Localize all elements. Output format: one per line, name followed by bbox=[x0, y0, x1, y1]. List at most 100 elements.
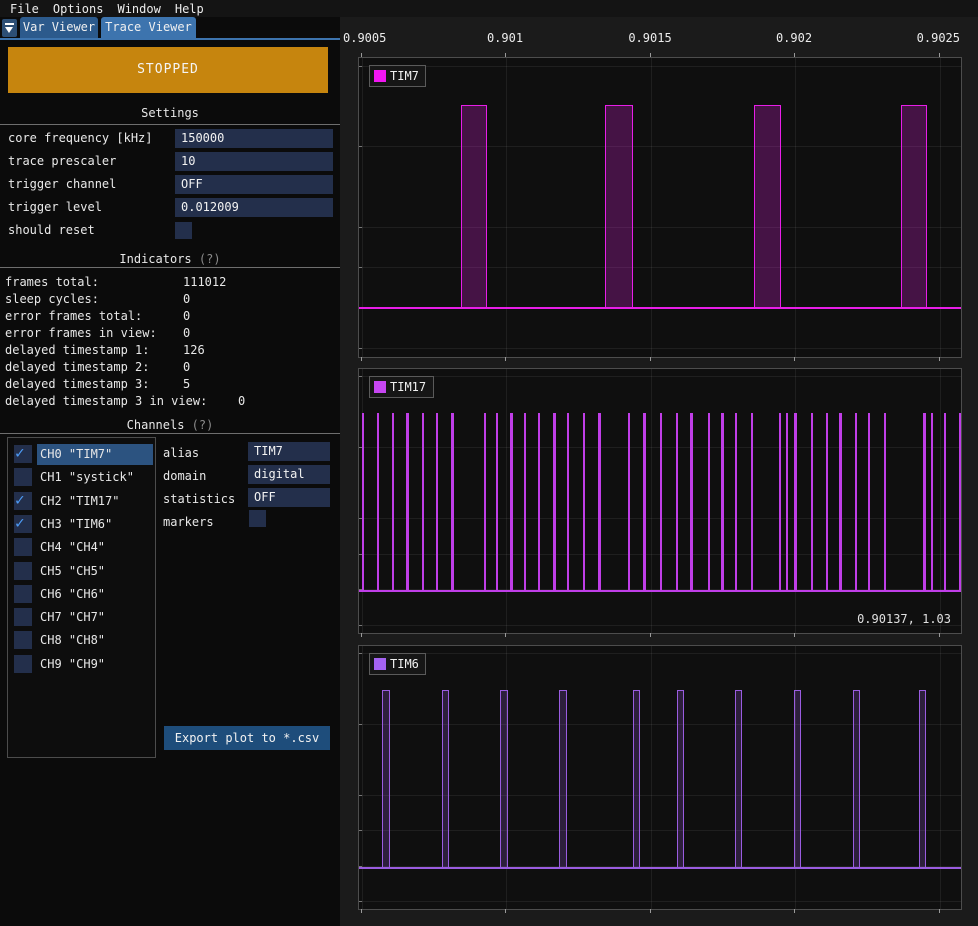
trigger-level-input[interactable]: 0.012009 bbox=[175, 198, 333, 217]
menu-help[interactable]: Help bbox=[175, 2, 204, 16]
gridline-v bbox=[940, 58, 941, 357]
menu-window[interactable]: Window bbox=[117, 2, 160, 16]
gridline-h bbox=[359, 267, 961, 268]
plot-tim17[interactable]: TIM170.90137, 1.03 bbox=[358, 368, 962, 634]
indicator-value: 0 bbox=[183, 291, 190, 308]
channel-list-item[interactable]: CH3 "TIM6" bbox=[40, 514, 112, 534]
x-tick bbox=[794, 53, 795, 57]
channel-list-item[interactable]: CH5 "CH5" bbox=[40, 561, 105, 581]
spike bbox=[643, 413, 646, 591]
plot-legend[interactable]: TIM6 bbox=[369, 653, 426, 675]
indicator-value: 5 bbox=[183, 376, 190, 393]
channel-checkbox[interactable]: ✓ bbox=[14, 445, 32, 463]
statistics-select[interactable]: OFF bbox=[248, 488, 330, 507]
left-tick bbox=[359, 146, 362, 147]
indicator-value: 0 bbox=[183, 325, 190, 342]
channel-list-item[interactable]: CH8 "CH8" bbox=[40, 630, 105, 650]
left-tick bbox=[359, 267, 362, 268]
legend-label: TIM7 bbox=[390, 66, 419, 86]
channel-checkbox[interactable] bbox=[14, 562, 32, 580]
x-tick-label-2: 0.9015 bbox=[628, 31, 671, 46]
spike bbox=[660, 413, 662, 591]
chevron-down-icon bbox=[5, 27, 13, 33]
gridline-h bbox=[359, 146, 961, 147]
trigger-channel-select[interactable]: OFF bbox=[175, 175, 333, 194]
tab-trace-viewer[interactable]: Trace Viewer bbox=[101, 17, 196, 38]
domain-select[interactable]: digital bbox=[248, 465, 330, 484]
spike bbox=[436, 413, 438, 591]
plot-legend[interactable]: TIM17 bbox=[369, 376, 434, 398]
channel-list-item[interactable]: CH2 "TIM17" bbox=[40, 491, 119, 511]
legend-swatch-icon bbox=[374, 658, 386, 670]
tab-list-icon bbox=[5, 23, 14, 25]
statistics-label: statistics bbox=[163, 490, 235, 509]
channel-checkbox[interactable]: ✓ bbox=[14, 515, 32, 533]
spike bbox=[884, 413, 886, 591]
channel-checkbox[interactable] bbox=[14, 468, 32, 486]
alias-input[interactable]: TIM7 bbox=[248, 442, 330, 461]
spike bbox=[690, 413, 693, 591]
left-tick bbox=[359, 625, 362, 626]
gridline-h bbox=[359, 795, 961, 796]
pulse bbox=[919, 690, 926, 869]
channel-list-item[interactable]: CH4 "CH4" bbox=[40, 537, 105, 557]
x-tick bbox=[361, 909, 362, 913]
gridline-h bbox=[359, 376, 961, 377]
pulse bbox=[500, 690, 507, 869]
x-tick bbox=[794, 357, 795, 361]
legend-swatch-icon bbox=[374, 70, 386, 82]
menu-bar: File Options Window Help bbox=[0, 0, 978, 17]
tab-var-viewer[interactable]: Var Viewer bbox=[20, 17, 98, 38]
spike bbox=[959, 413, 961, 591]
left-tick bbox=[359, 795, 362, 796]
channel-checkbox[interactable] bbox=[14, 655, 32, 673]
settings-title: Settings bbox=[0, 106, 340, 121]
channel-list-item[interactable]: CH6 "CH6" bbox=[40, 584, 105, 604]
channels-help[interactable]: (?) bbox=[192, 418, 214, 432]
channel-list-item[interactable]: CH7 "CH7" bbox=[40, 607, 105, 627]
channel-checkbox[interactable] bbox=[14, 585, 32, 603]
spike bbox=[510, 413, 513, 591]
indicator-label: delayed timestamp 3: bbox=[5, 376, 150, 393]
indicators-help[interactable]: (?) bbox=[199, 252, 221, 266]
should-reset-checkbox[interactable] bbox=[175, 222, 192, 239]
acquisition-state-button[interactable]: STOPPED bbox=[8, 47, 328, 93]
tab-list-popup-button[interactable] bbox=[2, 19, 17, 37]
trace-prescaler-input[interactable]: 10 bbox=[175, 152, 333, 171]
gridline-v bbox=[795, 58, 796, 357]
x-tick bbox=[361, 53, 362, 57]
gridline-h bbox=[359, 227, 961, 228]
trigger-level-label: trigger level bbox=[8, 198, 102, 217]
x-tick-label-1: 0.901 bbox=[487, 31, 523, 46]
channel-checkbox[interactable]: ✓ bbox=[14, 492, 32, 510]
spike bbox=[524, 413, 526, 591]
separator bbox=[0, 433, 340, 434]
plot-tim6[interactable]: TIM6 bbox=[358, 645, 962, 910]
x-tick bbox=[505, 53, 506, 57]
channel-checkbox[interactable] bbox=[14, 538, 32, 556]
channel-list-item[interactable]: CH0 "TIM7" bbox=[40, 444, 112, 464]
core-frequency-input[interactable]: 150000 bbox=[175, 129, 333, 148]
spike bbox=[567, 413, 569, 591]
trigger-channel-label: trigger channel bbox=[8, 175, 116, 194]
gridline-h bbox=[359, 830, 961, 831]
channel-checkbox[interactable] bbox=[14, 631, 32, 649]
plot-legend[interactable]: TIM7 bbox=[369, 65, 426, 87]
gridline-v bbox=[506, 369, 507, 633]
channels-title-text: Channels bbox=[127, 418, 185, 432]
core-frequency-label: core frequency [kHz] bbox=[8, 129, 153, 148]
plot-tim7[interactable]: TIM7 bbox=[358, 57, 962, 358]
channel-checkbox[interactable] bbox=[14, 608, 32, 626]
export-csv-button[interactable]: Export plot to *.csv bbox=[164, 726, 330, 750]
menu-file[interactable]: File bbox=[10, 2, 39, 16]
pulse bbox=[853, 690, 860, 869]
channel-list-item[interactable]: CH1 "systick" bbox=[40, 467, 134, 487]
markers-checkbox[interactable] bbox=[249, 510, 266, 527]
spike bbox=[855, 413, 857, 591]
x-tick bbox=[650, 357, 651, 361]
gridline-v bbox=[651, 369, 652, 633]
legend-label: TIM6 bbox=[390, 654, 419, 674]
channel-list-item[interactable]: CH9 "CH9" bbox=[40, 654, 105, 674]
x-tick bbox=[650, 633, 651, 637]
menu-options[interactable]: Options bbox=[53, 2, 104, 16]
